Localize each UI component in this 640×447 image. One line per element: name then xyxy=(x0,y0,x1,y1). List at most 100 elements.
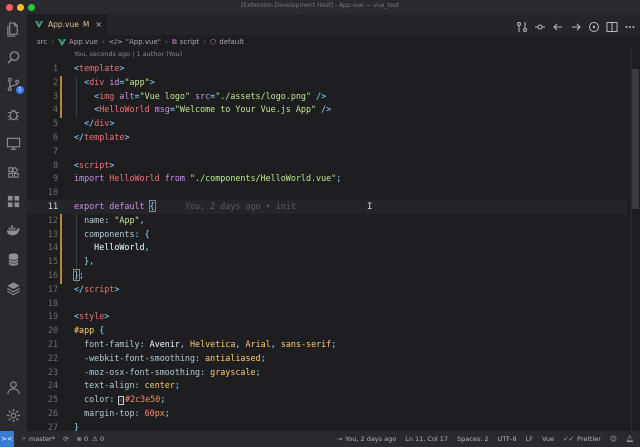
code-token: { xyxy=(94,325,105,336)
inline-blame[interactable]: You, 2 days ago • init xyxy=(155,201,296,211)
breadcrumb-default[interactable]: default xyxy=(219,38,244,46)
feedback-icon[interactable]: ☺ xyxy=(610,435,617,443)
code-line[interactable]: 12 name: "App", xyxy=(27,214,627,228)
code-line[interactable]: 7 xyxy=(27,145,627,159)
code-line[interactable]: 2 <div id="app"> xyxy=(27,76,627,90)
code-line[interactable]: 9 import HelloWorld from "./components/He… xyxy=(27,172,627,186)
code-token: > xyxy=(114,283,120,294)
more-actions-icon[interactable] xyxy=(624,18,636,30)
breadcrumb-component[interactable]: "App.vue" xyxy=(126,38,161,46)
breadcrumb-src[interactable]: src xyxy=(37,38,47,46)
warning-icon: ⚠ xyxy=(92,435,98,443)
notifications-icon[interactable]: 🔔︎ xyxy=(626,435,634,443)
code-line[interactable]: 18 xyxy=(27,297,627,311)
code-token: default xyxy=(104,201,145,211)
remote-indicator[interactable]: >< xyxy=(0,431,14,447)
status-bar-right: ⊸ You, 2 days ago Ln 11, Col 17 Spaces: … xyxy=(328,431,634,447)
code-token: script xyxy=(84,283,115,294)
grid-icon[interactable] xyxy=(5,193,22,210)
split-editor-icon[interactable] xyxy=(606,18,618,32)
layers-icon[interactable] xyxy=(5,280,22,297)
code-line[interactable]: 24 text-align: center; xyxy=(27,379,627,393)
docker-icon[interactable] xyxy=(5,222,22,239)
code-token: -moz-osx-font-smoothing xyxy=(84,366,201,377)
code-line[interactable]: 22 -webkit-font-smoothing: antialiased; xyxy=(27,352,627,366)
code-line[interactable]: 16}; xyxy=(27,269,627,283)
code-line[interactable]: 6 </template> xyxy=(27,131,627,145)
code-token: HelloWorld xyxy=(94,242,145,253)
code-line[interactable]: 15 }, xyxy=(27,255,627,269)
code-token: div xyxy=(94,118,110,129)
database-icon[interactable] xyxy=(5,251,22,268)
arrow-right-icon[interactable] xyxy=(570,18,582,31)
code-token: ; xyxy=(331,339,337,349)
code-token: , xyxy=(179,339,191,349)
branch-indicator[interactable]: ⑂ master* xyxy=(22,435,55,443)
settings-gear-icon[interactable] xyxy=(5,407,22,424)
code-line[interactable]: 4 <HelloWorld msg="Welcome to Your Vue.j… xyxy=(27,103,627,117)
open-changes-icon[interactable] xyxy=(588,18,600,32)
language-mode[interactable]: Vue xyxy=(542,435,554,443)
indentation[interactable]: Spaces: 2 xyxy=(457,435,489,443)
codelens-blame[interactable]: You, seconds ago | 1 author (You) xyxy=(74,50,182,58)
code-token: > xyxy=(124,132,130,142)
code-line[interactable]: 19 <style> xyxy=(27,310,627,324)
code-line[interactable]: 8 <script> xyxy=(27,159,627,173)
tab-app-vue[interactable]: App.vue M × xyxy=(27,14,107,35)
encoding[interactable]: UTF-8 xyxy=(498,435,517,443)
tab-bar: App.vue M × xyxy=(27,14,640,35)
git-compare-icon[interactable] xyxy=(516,18,528,32)
prettier-status[interactable]: ✓✓ Prettier xyxy=(563,435,601,443)
cursor-position[interactable]: Ln 11, Col 17 xyxy=(405,435,448,443)
code-line[interactable]: 14 HelloWorld, xyxy=(27,241,627,255)
files-icon[interactable] xyxy=(5,21,22,38)
account-icon[interactable] xyxy=(5,379,22,396)
close-tab-icon[interactable]: × xyxy=(95,20,102,29)
source-control-icon[interactable]: 1 xyxy=(5,76,24,94)
mouse-cursor-ibeam: I xyxy=(367,202,373,212)
code-line[interactable]: 23 -moz-osx-font-smoothing: grayscale; xyxy=(27,366,627,380)
code-line[interactable]: 26 margin-top: 60px; xyxy=(27,407,627,421)
breadcrumb-file[interactable]: App.vue xyxy=(69,38,98,46)
code-token: Helvetica xyxy=(190,339,236,349)
vertical-scrollbar[interactable] xyxy=(631,49,640,431)
line-number: 18 xyxy=(47,297,58,308)
previous-change-icon[interactable] xyxy=(534,18,546,30)
code-line[interactable]: 25 color: ■ #2c3e50; xyxy=(27,393,627,407)
code-line[interactable]: 5 </div> xyxy=(27,117,627,131)
end-of-line[interactable]: LF xyxy=(526,435,533,443)
code-line[interactable]: 3 <img alt="Vue logo" src="./assets/logo… xyxy=(27,90,627,104)
search-icon[interactable] xyxy=(5,49,22,66)
code-text: <style> xyxy=(74,310,109,324)
code-token: components xyxy=(84,228,135,239)
code-line[interactable]: 17 </script> xyxy=(27,283,627,297)
debug-icon[interactable] xyxy=(5,106,22,123)
extensions-icon[interactable] xyxy=(5,164,22,181)
scrollbar-thumb[interactable] xyxy=(632,69,639,209)
code-text: import HelloWorld from "./components/Hel… xyxy=(74,172,341,186)
code-line[interactable]: 11 export default { You, 2 days ago • ini… xyxy=(27,200,627,214)
code-token: , xyxy=(139,214,145,225)
breadcrumb-script[interactable]: script xyxy=(180,38,200,46)
code-line[interactable]: 20 #app { xyxy=(27,324,627,338)
sync-indicator[interactable]: ⟳ xyxy=(63,435,68,443)
remote-explorer-icon[interactable] xyxy=(5,135,22,152)
arrow-left-icon[interactable] xyxy=(552,18,564,31)
code-line[interactable]: 10 xyxy=(27,186,627,200)
blame-text: You, 2 days ago xyxy=(345,435,397,443)
code-line[interactable]: 1 <template> xyxy=(27,62,627,76)
code-line[interactable]: 13 components: { xyxy=(27,228,627,242)
code-token: , xyxy=(270,339,281,349)
editor-actions xyxy=(516,18,636,32)
blame-status[interactable]: ⊸ You, 2 days ago xyxy=(337,435,397,443)
code-text: -webkit-font-smoothing: antialiased; xyxy=(74,352,266,366)
code-token: ; xyxy=(260,352,266,363)
tab-modified-indicator: M xyxy=(82,20,90,29)
code-line[interactable]: 27} xyxy=(27,421,627,431)
code-line[interactable]: 21 font-family: Avenir, Helvetica, Arial… xyxy=(27,338,627,352)
code-token: ; xyxy=(164,408,170,418)
status-bar: >< ⑂ master* ⟳ ⊗ 0 ⚠ 0 ⊸ You, 2 days ago… xyxy=(0,431,640,447)
code-editor[interactable]: You, seconds ago | 1 author (You) 1 <temp… xyxy=(27,49,640,431)
code-token: : xyxy=(134,380,145,391)
problems-indicator[interactable]: ⊗ 0 ⚠ 0 xyxy=(77,435,105,443)
